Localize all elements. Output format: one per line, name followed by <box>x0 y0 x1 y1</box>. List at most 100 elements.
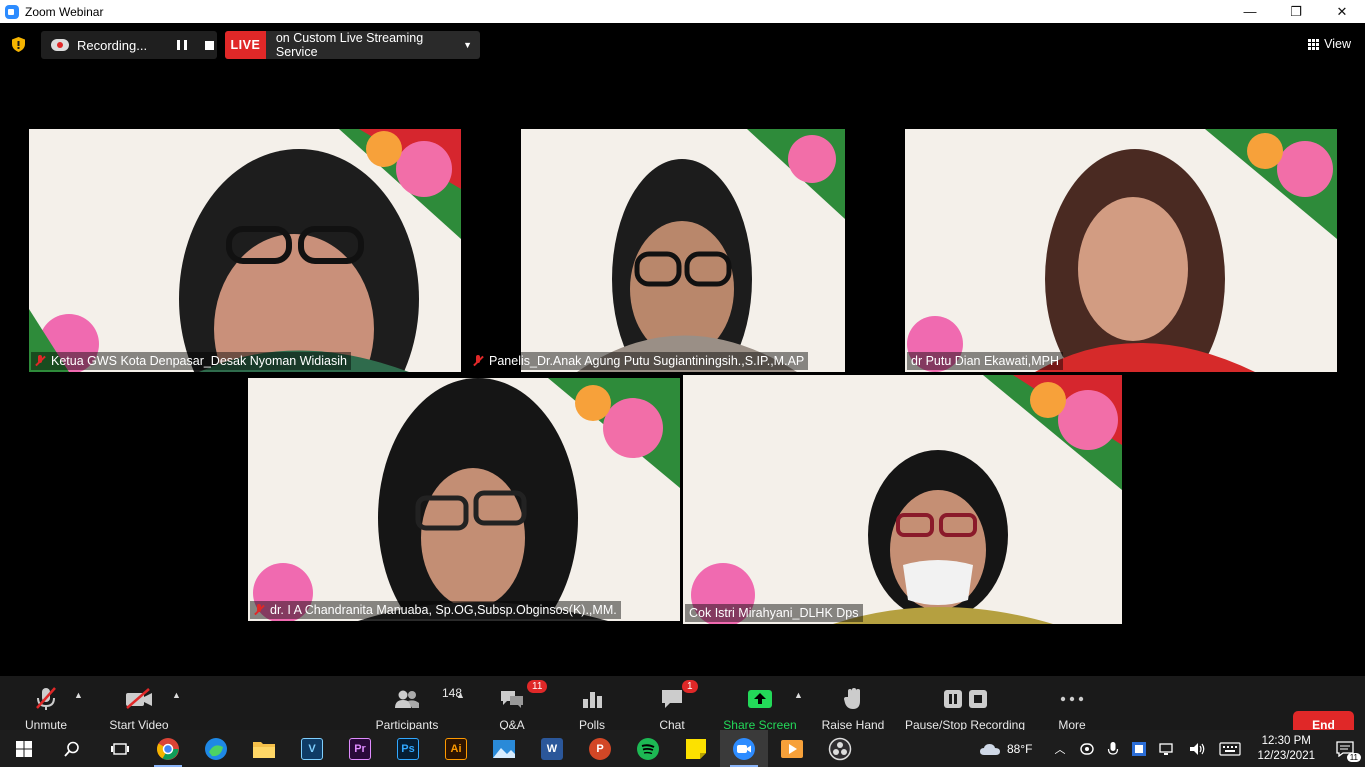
raise-hand-icon <box>844 688 860 709</box>
system-clock[interactable]: 12:30 PM 12/23/2021 <box>1257 734 1315 764</box>
zoom-app-icon <box>5 4 19 19</box>
webcam-icon[interactable] <box>1079 742 1095 756</box>
close-button[interactable]: ✕ <box>1319 0 1365 23</box>
share-screen-arrow-icon <box>748 690 772 708</box>
taskbar-app-photoshop[interactable]: Ps <box>384 730 432 767</box>
taskbar-app-powerpoint[interactable]: P <box>576 730 624 767</box>
pause-recording-icon[interactable] <box>177 40 188 50</box>
recording-label: Recording... <box>77 37 148 53</box>
network-icon[interactable] <box>1159 741 1177 757</box>
security-center-icon[interactable] <box>1131 741 1147 757</box>
qa-chat-bubbles-icon <box>501 691 523 708</box>
microphone-muted-icon <box>36 687 56 710</box>
recording-indicator: Recording... <box>41 31 217 59</box>
weather-temperature[interactable]: 88°F <box>1007 742 1032 756</box>
taskbar-app-edge[interactable] <box>192 730 240 767</box>
task-view-button[interactable] <box>96 730 144 767</box>
taskbar-app-word[interactable]: W <box>528 730 576 767</box>
audio-options-chevron-icon[interactable]: ▲ <box>74 690 83 700</box>
taskbar-app-chrome[interactable] <box>144 730 192 767</box>
sticky-notes-icon <box>686 738 706 759</box>
participant-video <box>467 129 899 372</box>
system-tray: 88°F ︿ 12:30 PM 12/23/2021 11 <box>979 730 1365 767</box>
video-tile-4[interactable]: dr. I A Chandranita Manuaba, Sp.OG,Subsp… <box>248 378 680 621</box>
chat-bubble-icon <box>662 690 682 708</box>
meeting-topbar: Recording... LIVE on Custom Live Streami… <box>0 31 1365 59</box>
view-label: View <box>1324 37 1351 51</box>
participant-name: Panelis_Dr.Anak Agung Putu Sugiantinings… <box>489 354 805 368</box>
taskbar-app-sticky-notes[interactable] <box>672 730 720 767</box>
taskbar-app-photos[interactable] <box>480 730 528 767</box>
share-options-chevron-icon[interactable]: ▲ <box>794 690 803 700</box>
muted-mic-icon <box>254 604 264 616</box>
video-tile-2[interactable]: Panelis_Dr.Anak Agung Putu Sugiantinings… <box>467 129 899 372</box>
zoom-icon <box>733 737 755 760</box>
minimize-button[interactable]: — <box>1227 0 1273 23</box>
windows-start-button[interactable] <box>0 730 48 767</box>
participants-options-chevron-icon[interactable]: ▲ <box>456 690 465 700</box>
chrome-icon <box>157 737 179 760</box>
window-title: Zoom Webinar <box>25 4 104 19</box>
stop-recording-icon[interactable] <box>205 40 215 50</box>
window-controls: — ❐ ✕ <box>1227 0 1365 23</box>
participant-name: Ketua GWS Kota Denpasar_Desak Nyoman Wid… <box>51 354 347 368</box>
notification-center-button[interactable]: 11 <box>1325 730 1365 767</box>
clock-date: 12/23/2021 <box>1257 749 1315 762</box>
video-options-chevron-icon[interactable]: ▲ <box>172 690 181 700</box>
taskbar-app-media-player[interactable] <box>768 730 816 767</box>
participants-icon <box>395 690 419 708</box>
participant-name-bar: Panelis_Dr.Anak Agung Putu Sugiantinings… <box>469 352 809 370</box>
polls-bar-chart-icon <box>583 692 602 708</box>
windows-taskbar: V Pr Ps Ai W P 88°F ︿ 12:30 PM 12/23/202… <box>0 730 1365 767</box>
taskbar-app-zoom[interactable] <box>720 730 768 767</box>
live-streaming-text: on Custom Live Streaming Service <box>275 31 424 59</box>
search-icon <box>64 741 79 757</box>
security-shield-icon[interactable] <box>12 37 25 52</box>
video-tile-1[interactable]: Ketua GWS Kota Denpasar_Desak Nyoman Wid… <box>29 129 461 372</box>
video-tile-3[interactable]: dr Putu Dian Ekawati,MPH <box>905 129 1337 372</box>
muted-mic-icon <box>35 355 45 367</box>
volume-icon[interactable] <box>1189 741 1207 757</box>
photos-icon <box>493 739 515 758</box>
meeting-stage: Recording... LIVE on Custom Live Streami… <box>0 23 1365 753</box>
video-camera-off-icon <box>126 688 152 709</box>
taskbar-app-illustrator[interactable]: Ai <box>432 730 480 767</box>
maximize-button[interactable]: ❐ <box>1273 0 1319 23</box>
word-icon: W <box>541 737 563 760</box>
participant-name-bar: Ketua GWS Kota Denpasar_Desak Nyoman Wid… <box>31 352 351 370</box>
taskbar-app-obs[interactable] <box>816 730 864 767</box>
chevron-down-icon[interactable]: ▼ <box>463 40 472 50</box>
participant-video <box>683 375 1122 624</box>
vegas-icon: V <box>301 737 323 760</box>
pause-icon <box>943 690 962 708</box>
participant-name-bar: dr Putu Dian Ekawati,MPH <box>907 352 1063 370</box>
participant-name-bar: Cok Istri Mirahyani_DLHK Dps <box>685 604 863 622</box>
keyboard-icon[interactable] <box>1219 741 1242 756</box>
taskbar-search-button[interactable] <box>48 730 96 767</box>
illustrator-icon: Ai <box>445 737 467 760</box>
edge-icon <box>205 737 227 760</box>
live-streaming-indicator[interactable]: LIVE on Custom Live Streaming Service ▼ <box>225 31 480 59</box>
photoshop-icon: Ps <box>397 737 419 760</box>
video-tile-5-active-speaker[interactable]: Cok Istri Mirahyani_DLHK Dps <box>683 375 1122 624</box>
weather-cloud-icon[interactable] <box>979 741 1001 757</box>
chevron-up-icon[interactable]: ︿ <box>1054 741 1065 757</box>
windows-logo-icon <box>16 740 32 757</box>
task-view-icon <box>111 742 129 755</box>
powerpoint-icon: P <box>589 737 611 760</box>
participant-name: Cok Istri Mirahyani_DLHK Dps <box>689 606 859 620</box>
notification-count-badge: 11 <box>1346 753 1361 762</box>
live-tag: LIVE <box>225 31 266 59</box>
taskbar-app-file-explorer[interactable] <box>240 730 288 767</box>
chat-badge: 1 <box>682 680 698 693</box>
cloud-recording-icon <box>51 39 69 51</box>
microphone-icon[interactable] <box>1107 741 1119 757</box>
view-button[interactable]: View <box>1308 37 1351 51</box>
muted-mic-icon <box>473 355 483 367</box>
taskbar-app-spotify[interactable] <box>624 730 672 767</box>
taskbar-app-vegas[interactable]: V <box>288 730 336 767</box>
participant-name-bar: dr. I A Chandranita Manuaba, Sp.OG,Subsp… <box>250 601 621 619</box>
taskbar-app-premiere[interactable]: Pr <box>336 730 384 767</box>
clock-time: 12:30 PM <box>1261 734 1311 747</box>
media-player-icon <box>781 739 803 758</box>
